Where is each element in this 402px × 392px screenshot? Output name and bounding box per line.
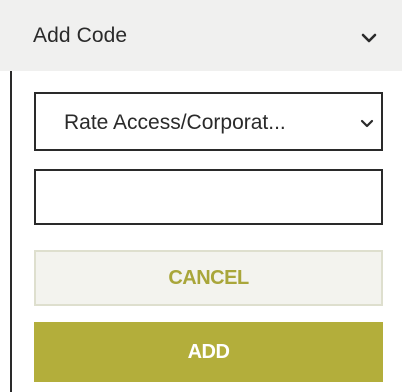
chevron-down-icon — [360, 119, 374, 128]
code-type-select[interactable]: Rate Access/Corporat... — [34, 92, 383, 151]
code-input[interactable] — [34, 169, 383, 225]
add-code-header[interactable]: Add Code — [0, 0, 402, 71]
add-button[interactable]: ADD — [34, 322, 383, 382]
add-code-widget: Add Code Rate Access/Corporat... CANCEL … — [0, 0, 402, 392]
add-code-title: Add Code — [33, 24, 128, 47]
cancel-button[interactable]: CANCEL — [34, 250, 383, 306]
code-type-selected-value: Rate Access/Corporat... — [64, 111, 286, 134]
chevron-down-icon[interactable] — [359, 31, 379, 45]
